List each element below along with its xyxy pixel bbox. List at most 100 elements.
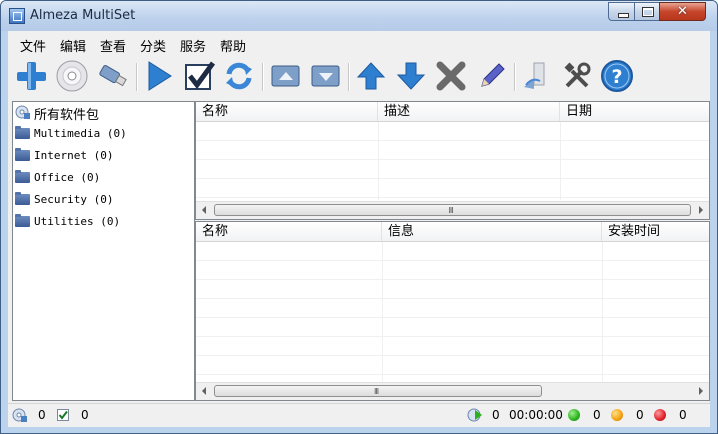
column-header-date[interactable]: 日期 [560,102,709,121]
maximize-icon [642,7,654,17]
folder-icon [15,126,30,139]
help-icon[interactable]: ? [600,59,634,93]
arrow-down-icon[interactable] [394,59,428,93]
play-icon[interactable] [142,59,176,93]
checked-count: 0 [81,408,89,422]
maximize-button[interactable] [634,2,660,21]
add-icon[interactable] [14,59,48,93]
column-header-description[interactable]: 描述 [378,102,560,121]
tree-item-multimedia[interactable]: Multimedia (0) [15,125,185,143]
scroll-left-icon[interactable] [202,206,206,214]
menu-service[interactable]: 服务 [180,36,206,55]
packages-horizontal-scrollbar[interactable]: III [196,201,709,219]
svg-text:?: ? [611,66,622,88]
menu-bar: 文件 编辑 查看 分类 服务 帮助 [8,31,710,57]
installed-list: 名称 信息 安装时间 III [195,221,710,401]
folder-up-icon[interactable] [268,59,302,93]
grid-divider [602,242,603,382]
grip-icon: III [448,206,454,215]
grid-divider [382,242,383,382]
tree-root-label: 所有软件包 [34,108,100,123]
scroll-right-icon[interactable] [699,206,703,214]
tree-item-internet[interactable]: Internet (0) [15,147,185,165]
scroll-left-icon[interactable] [202,387,206,395]
toolbar-separator [262,63,264,91]
grid-divider [560,122,561,200]
app-window: Almeza MultiSet ✕ 文件 编辑 查看 分类 服务 帮助 ? 所有… [0,0,718,434]
toolbar-separator [514,63,516,91]
edit-pencil-icon[interactable] [474,59,508,93]
app-icon [9,8,25,24]
tree-root-all-packages[interactable]: 所有软件包 [15,103,185,123]
close-button[interactable]: ✕ [659,2,706,21]
computer-icon[interactable] [520,59,554,93]
close-icon: ✕ [677,4,688,19]
client-area: 文件 编辑 查看 分类 服务 帮助 ? 所有软件包 Multimedia (0)… [8,31,710,427]
tree-item-security[interactable]: Security (0) [15,191,185,209]
table-row [196,337,709,356]
success-count: 0 [593,408,601,422]
tree-item-office[interactable]: Office (0) [15,169,185,187]
usb-drive-icon[interactable] [95,59,129,93]
minimize-button[interactable] [608,2,635,21]
packages-icon [12,408,27,422]
column-header-info[interactable]: 信息 [382,222,602,241]
tree-item-utilities[interactable]: Utilities (0) [15,213,185,231]
error-status-icon [654,409,666,421]
category-tree: 所有软件包 Multimedia (0) Internet (0) Office… [12,101,195,401]
column-header-name[interactable]: 名称 [196,222,382,241]
scroll-right-icon[interactable] [699,387,703,395]
table-row [196,141,709,160]
warning-status-icon [611,409,623,421]
cd-disc-icon[interactable] [55,59,89,93]
toolbar: ? [8,57,710,99]
column-header-install-time[interactable]: 安装时间 [602,222,709,241]
table-row [196,160,709,179]
delete-icon[interactable] [434,59,468,93]
scrollbar-thumb[interactable]: III [214,385,542,397]
grid-divider [378,122,379,200]
install-queue-icon [467,408,482,422]
menu-category[interactable]: 分类 [140,36,166,55]
checkmark-icon[interactable] [182,59,216,93]
window-title: Almeza MultiSet [30,8,136,23]
tree-item-label: Office (0) [34,171,101,184]
tools-icon[interactable] [560,59,594,93]
title-bar: Almeza MultiSet ✕ [1,1,717,31]
toolbar-separator [348,63,350,91]
packages-list-header: 名称 描述 日期 [196,102,709,122]
tree-item-label: Multimedia (0) [34,127,127,140]
table-row [196,299,709,318]
refresh-icon[interactable] [222,59,256,93]
toolbar-separator [136,63,138,91]
warning-count: 0 [636,408,644,422]
queue-count: 0 [492,408,500,422]
success-status-icon [568,409,580,421]
grip-icon: III [374,387,379,396]
arrow-up-icon[interactable] [354,59,388,93]
installed-list-header: 名称 信息 安装时间 [196,222,709,242]
folder-icon [15,148,30,161]
elapsed-time: 00:00:00 [509,408,563,422]
table-row [196,318,709,337]
menu-view[interactable]: 查看 [100,36,126,55]
table-row [196,242,709,261]
table-row [196,261,709,280]
tree-item-label: Security (0) [34,193,114,206]
column-header-name[interactable]: 名称 [196,102,378,121]
checkbox-icon [57,409,69,421]
installed-horizontal-scrollbar[interactable]: III [196,382,709,400]
menu-file[interactable]: 文件 [20,36,46,55]
table-row [196,179,709,198]
minimize-icon [618,13,629,18]
table-row [196,356,709,375]
error-count: 0 [679,408,687,422]
folder-icon [15,192,30,205]
table-row [196,122,709,141]
scrollbar-thumb[interactable]: III [214,204,691,216]
menu-help[interactable]: 帮助 [220,36,246,55]
table-row [196,280,709,299]
packages-list: 名称 描述 日期 III [195,101,710,220]
menu-edit[interactable]: 编辑 [60,36,86,55]
folder-down-icon[interactable] [308,59,342,93]
